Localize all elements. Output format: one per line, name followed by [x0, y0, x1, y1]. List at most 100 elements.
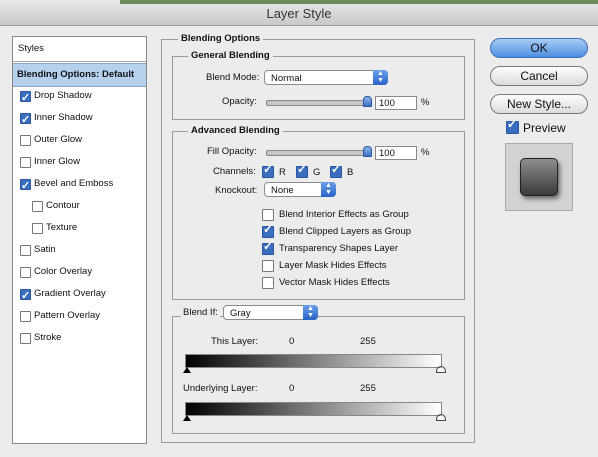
sidebar-item-label: Satin [34, 244, 56, 255]
outer-glow-checkbox[interactable] [20, 135, 31, 146]
opacity-slider-thumb[interactable] [363, 96, 372, 107]
fill-opacity-slider-thumb[interactable] [363, 146, 372, 157]
blend-interior-label: Blend Interior Effects as Group [279, 209, 409, 220]
sidebar-item-texture[interactable]: Texture [13, 217, 146, 239]
stroke-checkbox[interactable] [20, 333, 31, 344]
gradient-overlay-checkbox[interactable] [20, 285, 31, 307]
layer-style-dialog: Layer Style Styles Blending Options: Def… [0, 0, 598, 457]
advanced-blending-title: Advanced Blending [188, 125, 283, 137]
updown-arrows-icon: ▲ ▼ [303, 305, 318, 320]
sidebar-item-pattern-overlay[interactable]: Pattern Overlay [13, 305, 146, 327]
preview-checkbox[interactable] [506, 117, 519, 134]
sidebar-item-label: Contour [46, 200, 80, 211]
transparency-shapes-label: Transparency Shapes Layer [279, 243, 398, 254]
contour-checkbox[interactable] [32, 201, 43, 212]
sidebar-item-label: Texture [46, 222, 78, 233]
sidebar-item-bevel-emboss[interactable]: Bevel and Emboss [13, 173, 146, 197]
channels-label: Channels: [213, 166, 256, 177]
blend-mode-value: Normal [271, 73, 302, 84]
sidebar-item-label: Gradient Overlay [34, 288, 106, 299]
inner-shadow-checkbox[interactable] [20, 109, 31, 131]
styles-header[interactable]: Styles [13, 37, 146, 62]
new-style-button[interactable]: New Style... [490, 94, 588, 114]
general-blending-title: General Blending [188, 50, 273, 62]
opacity-input[interactable]: 100 [375, 96, 417, 110]
drop-shadow-checkbox[interactable] [20, 87, 31, 109]
sidebar-item-label: Inner Shadow [34, 112, 93, 123]
sidebar-item-label: Pattern Overlay [34, 310, 100, 321]
window-title: Layer Style [266, 6, 332, 21]
sidebar-item-satin[interactable]: Satin [13, 239, 146, 261]
this-layer-gradient [185, 354, 442, 368]
transparency-shapes-checkbox[interactable] [262, 239, 274, 255]
satin-checkbox[interactable] [20, 245, 31, 256]
this-layer-white-slider[interactable] [436, 366, 446, 373]
sidebar-item-color-overlay[interactable]: Color Overlay [13, 261, 146, 283]
fill-opacity-slider[interactable] [266, 150, 372, 156]
style-preview [505, 143, 573, 211]
blend-clipped-label: Blend Clipped Layers as Group [279, 226, 412, 237]
pattern-overlay-checkbox[interactable] [20, 311, 31, 322]
blend-interior-checkbox[interactable] [262, 209, 274, 221]
texture-checkbox[interactable] [32, 223, 43, 234]
fill-opacity-unit: % [421, 147, 430, 158]
background-strip [120, 0, 598, 4]
general-blending-group [172, 56, 465, 120]
blend-if-value: Gray [230, 308, 251, 319]
this-layer-black-slider[interactable] [183, 367, 191, 373]
bevel-emboss-checkbox[interactable] [20, 175, 31, 197]
sidebar-item-inner-shadow[interactable]: Inner Shadow [13, 107, 146, 131]
blend-if-select[interactable]: Gray ▲ ▼ [223, 305, 318, 320]
sidebar-item-outer-glow[interactable]: Outer Glow [13, 129, 146, 151]
knockout-value: None [271, 185, 294, 196]
underlying-layer-min: 0 [289, 383, 295, 394]
opacity-slider[interactable] [266, 100, 372, 106]
sidebar-item-blending-options[interactable]: Blending Options: Default [13, 63, 146, 87]
underlying-layer-label: Underlying Layer: [183, 383, 258, 394]
blend-mode-select[interactable]: Normal ▲ ▼ [264, 70, 388, 85]
sidebar-item-label: Outer Glow [34, 134, 83, 145]
sidebar-item-label: Stroke [34, 332, 62, 343]
knockout-label: Knockout: [215, 185, 258, 196]
channel-b-checkbox[interactable] [330, 162, 342, 178]
preview-swatch [520, 158, 558, 196]
sidebar-item-inner-glow[interactable]: Inner Glow [13, 151, 146, 173]
sidebar-item-label: Drop Shadow [34, 90, 92, 101]
cancel-button[interactable]: Cancel [490, 66, 588, 86]
underlying-white-slider[interactable] [436, 414, 446, 421]
title-bar[interactable]: Layer Style [0, 0, 598, 26]
channel-r-checkbox[interactable] [262, 162, 274, 178]
knockout-select[interactable]: None ▲ ▼ [264, 182, 336, 197]
inner-glow-checkbox[interactable] [20, 157, 31, 168]
sidebar-item-label: Bevel and Emboss [34, 178, 114, 189]
this-layer-min: 0 [289, 336, 295, 347]
blend-if-label: Blend If: [181, 307, 220, 319]
blend-clipped-checkbox[interactable] [262, 222, 274, 238]
ok-button[interactable]: OK [490, 38, 588, 58]
fill-opacity-input[interactable]: 100 [375, 146, 417, 160]
layer-mask-hides-checkbox[interactable] [262, 260, 274, 272]
sidebar-item-stroke[interactable]: Stroke [13, 327, 146, 349]
sidebar-item-label: Blending Options: Default [17, 69, 135, 80]
color-overlay-checkbox[interactable] [20, 267, 31, 278]
sidebar-item-label: Inner Glow [34, 156, 80, 167]
this-layer-label: This Layer: [211, 336, 258, 347]
fill-opacity-label: Fill Opacity: [207, 146, 257, 157]
channel-r-label: R [279, 167, 286, 178]
vector-mask-hides-checkbox[interactable] [262, 277, 274, 289]
underlying-black-slider[interactable] [183, 415, 191, 421]
sidebar-item-label: Color Overlay [34, 266, 93, 277]
sidebar-item-drop-shadow[interactable]: Drop Shadow [13, 85, 146, 109]
sidebar-item-gradient-overlay[interactable]: Gradient Overlay [13, 283, 146, 307]
blending-options-title: Blending Options [178, 33, 264, 45]
sidebar-item-contour[interactable]: Contour [13, 195, 146, 217]
updown-arrows-icon: ▲ ▼ [321, 182, 336, 197]
updown-arrows-icon: ▲ ▼ [373, 70, 388, 85]
opacity-unit: % [421, 97, 430, 108]
channel-g-checkbox[interactable] [296, 162, 308, 178]
channel-g-label: G [313, 167, 321, 178]
this-layer-max: 255 [360, 336, 376, 347]
channel-b-label: B [347, 167, 354, 178]
vector-mask-hides-label: Vector Mask Hides Effects [279, 277, 390, 288]
layer-mask-hides-label: Layer Mask Hides Effects [279, 260, 387, 271]
